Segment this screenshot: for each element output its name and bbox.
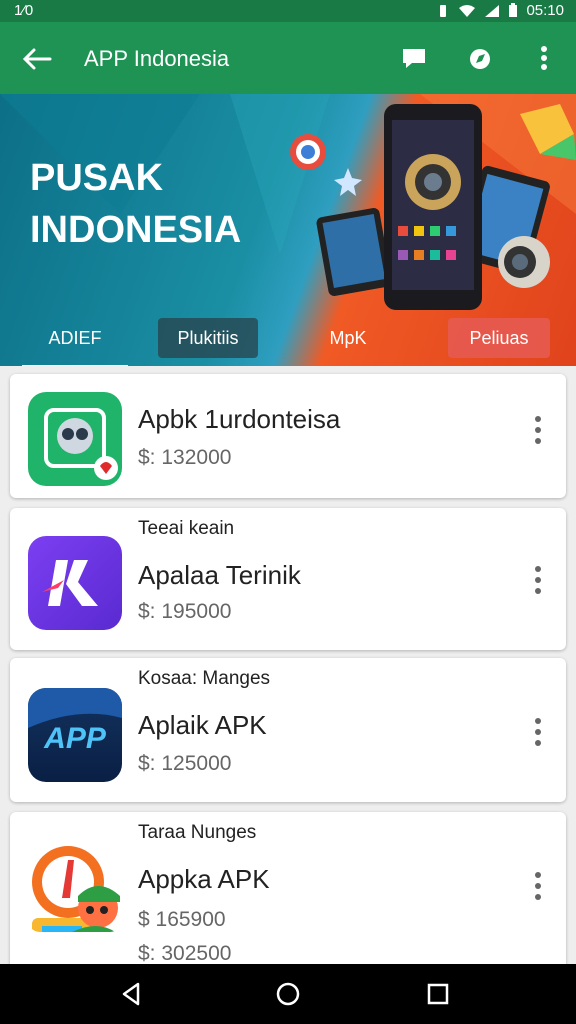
list-item[interactable]: Apbk 1urdonteisa $: 132000 — [10, 374, 566, 498]
app-name: Aplaik APK — [138, 710, 267, 740]
item-more-icon[interactable] — [528, 414, 548, 446]
status-time: 05:10 — [526, 2, 564, 19]
nav-recents-icon[interactable] — [424, 980, 452, 1008]
app-name: Appka APK — [138, 864, 270, 894]
app-icon-mascot — [28, 838, 122, 932]
list-item[interactable]: Kosaa: Manges APP Aplaik APK $: 125000 — [10, 658, 566, 802]
app-list: Apbk 1urdonteisa $: 132000 Teeai keain A… — [0, 366, 576, 964]
nav-back-icon[interactable] — [118, 980, 146, 1008]
wifi-icon — [459, 4, 476, 17]
status-left-text: 1⁄0 — [14, 2, 34, 19]
tab-plukitiis[interactable]: Plukitiis — [158, 318, 258, 358]
app-logo-icon: APP — [28, 688, 122, 755]
app-price: $: 195000 — [138, 600, 232, 623]
nav-home-icon[interactable] — [274, 980, 302, 1008]
app-price: $ 165900 — [138, 908, 226, 931]
system-nav-bar — [0, 964, 576, 1024]
status-bar: 1⁄0 05:10 — [0, 0, 576, 22]
app-category: Teeai keain — [138, 518, 235, 539]
app-icon-app: APP — [28, 688, 122, 782]
banner-line-1: PUSAK — [30, 157, 164, 199]
app-price: $: 125000 — [138, 752, 232, 775]
tab-mpk[interactable]: MpK — [318, 318, 378, 358]
mascot-icon — [32, 846, 120, 932]
item-more-icon[interactable] — [528, 564, 548, 596]
signal-icon — [485, 4, 500, 17]
vibrate-icon — [440, 4, 447, 17]
app-toolbar: APP Indonesia — [0, 22, 576, 94]
app-icon-k — [28, 536, 122, 630]
back-arrow-icon[interactable] — [20, 42, 54, 76]
item-more-icon[interactable] — [528, 870, 548, 902]
robot-icon — [44, 408, 118, 480]
banner-heading: PUSAK INDONESIA — [30, 152, 241, 256]
list-item[interactable]: Taraa Nunges Appka APK $ 165900 $: 30250… — [10, 812, 566, 964]
more-vert-icon[interactable] — [528, 42, 560, 74]
app-price: $: 132000 — [138, 446, 232, 469]
chat-icon[interactable] — [398, 42, 430, 74]
page-title: APP Indonesia — [84, 46, 230, 71]
app-name: Apalaa Terinik — [138, 560, 301, 590]
banner-line-2: INDONESIA — [30, 209, 242, 251]
app-price-secondary: $: 302500 — [138, 942, 232, 964]
k-logo-icon — [42, 560, 98, 606]
promo-banner[interactable]: PUSAK INDONESIA ADIEF Plukitiis MpK Peli… — [0, 94, 576, 366]
status-icons: 05:10 — [436, 2, 564, 19]
svg-text:APP: APP — [43, 722, 107, 755]
app-category: Taraa Nunges — [138, 822, 257, 843]
list-item[interactable]: Teeai keain Apalaa Terinik $: 195000 — [10, 508, 566, 650]
explore-icon[interactable] — [464, 42, 496, 74]
item-more-icon[interactable] — [528, 716, 548, 748]
category-tabs: ADIEF Plukitiis MpK Peliuas — [0, 312, 576, 366]
app-name: Apbk 1urdonteisa — [138, 404, 341, 434]
app-category: Kosaa: Manges — [138, 668, 271, 689]
battery-icon — [509, 3, 518, 17]
tab-adief[interactable]: ADIEF — [22, 318, 128, 366]
app-icon-robot — [28, 392, 122, 486]
tab-peliuas[interactable]: Peliuas — [448, 318, 550, 358]
